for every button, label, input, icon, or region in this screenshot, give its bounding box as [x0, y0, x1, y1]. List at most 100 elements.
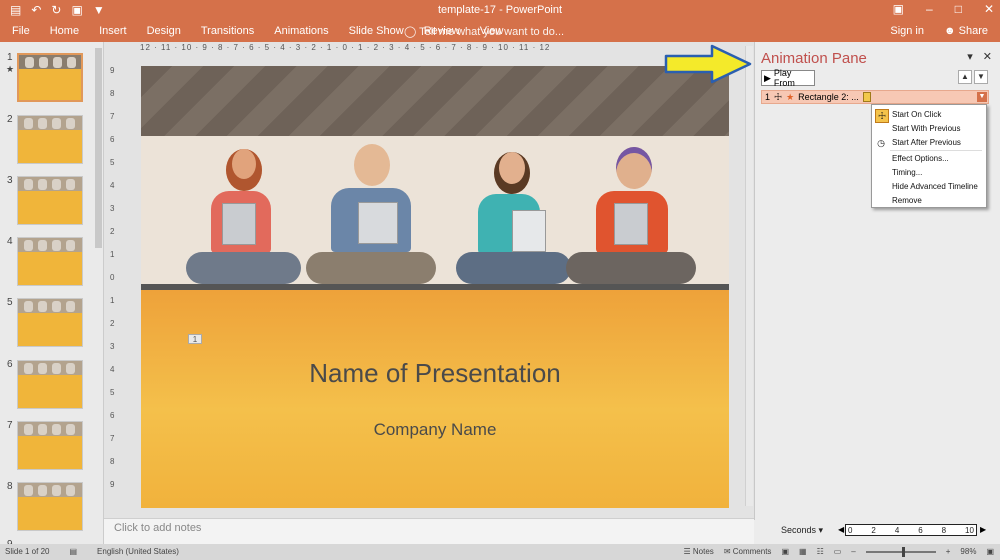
ruler-mark: 3: [110, 342, 115, 351]
ruler-mark: 5: [110, 158, 115, 167]
ruler-mark: 2: [110, 319, 115, 328]
thumb-number: 7: [7, 420, 13, 431]
sign-in-link[interactable]: Sign in: [890, 25, 924, 37]
menu-start-on-click[interactable]: Start On Click: [892, 110, 941, 119]
seconds-dropdown[interactable]: Seconds ▾: [781, 525, 823, 536]
move-down-button[interactable]: ▼: [974, 70, 988, 84]
slide-thumbnail-1[interactable]: [17, 53, 83, 102]
animation-order-tag[interactable]: 1: [188, 334, 202, 344]
play-from-button[interactable]: ▶ Play From: [761, 68, 815, 88]
animation-context-menu: ☩ Start On Click Start With Previous ◷ S…: [871, 104, 987, 208]
item-dropdown-icon[interactable]: ▼: [977, 92, 987, 102]
normal-view-icon[interactable]: ▣: [781, 547, 789, 556]
menu-start-after-previous[interactable]: Start After Previous: [892, 138, 961, 147]
zoom-level[interactable]: 98%: [960, 547, 976, 556]
ruler-mark: 9: [110, 66, 115, 75]
timeline-scroll-left-icon[interactable]: ◀: [838, 525, 844, 534]
close-icon[interactable]: ✕: [984, 2, 994, 16]
thumb-number: 2: [7, 114, 13, 125]
timeline-tick: 0: [848, 525, 853, 535]
mouse-click-icon: ☩: [774, 91, 783, 102]
tell-me-box[interactable]: ◯ Tell me what you want to do...: [404, 25, 564, 38]
slide-thumbnail-7[interactable]: [17, 421, 83, 470]
timeline-tick: 6: [918, 525, 923, 535]
pane-options-icon[interactable]: ▾: [967, 50, 973, 63]
slideshow-view-icon[interactable]: ▭: [834, 547, 842, 556]
ruler-mark: 7: [110, 112, 115, 121]
ruler-mark: 8: [110, 457, 115, 466]
notes-toggle[interactable]: ☰ Notes: [684, 547, 714, 556]
tab-home[interactable]: Home: [50, 25, 79, 37]
mouse-click-icon: ☩: [875, 109, 889, 123]
editor-scrollbar[interactable]: [745, 46, 753, 506]
notes-pane[interactable]: Click to add notes: [104, 518, 754, 544]
zoom-slider[interactable]: [865, 546, 936, 557]
tab-insert[interactable]: Insert: [99, 25, 127, 37]
comments-label: Comments: [732, 547, 772, 556]
person-figure: [306, 138, 436, 286]
animation-star-icon: ★: [6, 64, 15, 74]
timeline-ruler[interactable]: 0 2 4 6 8 10: [845, 524, 977, 536]
menu-hide-advanced-timeline[interactable]: Hide Advanced Timeline: [892, 182, 978, 191]
horizontal-ruler: 12 · 11 · 10 · 9 · 8 · 7 · 6 · 5 · 4 · 3…: [140, 43, 551, 52]
slide-photo[interactable]: [141, 136, 729, 286]
ribbon-tab-bar: File Home Insert Design Transitions Anim…: [0, 22, 1000, 42]
language-indicator[interactable]: English (United States): [97, 547, 179, 556]
menu-effect-options[interactable]: Effect Options...: [892, 154, 949, 163]
slide-thumbnail-3[interactable]: [17, 176, 83, 225]
move-up-button[interactable]: ▲: [958, 70, 972, 84]
slide-canvas[interactable]: Name of Presentation Company Name: [141, 66, 729, 508]
timeline-bar: [862, 92, 871, 102]
slide-subtitle[interactable]: Company Name: [141, 420, 729, 440]
title-bar: ▤ ↶ ↻ ▣ ▼ template-17 - PowerPoint ▣ – □…: [0, 0, 1000, 22]
ruler-mark: 1: [110, 296, 115, 305]
ruler-mark: 1: [110, 250, 115, 259]
tab-file[interactable]: File: [12, 25, 30, 37]
share-button[interactable]: ☻ Share: [944, 25, 988, 37]
tab-slide-show[interactable]: Slide Show: [349, 25, 404, 37]
tab-transitions[interactable]: Transitions: [201, 25, 254, 37]
thumb-number: 4: [7, 236, 13, 247]
comments-toggle[interactable]: ✉ Comments: [724, 547, 772, 556]
ruler-mark: 8: [110, 89, 115, 98]
menu-timing[interactable]: Timing...: [892, 168, 922, 177]
slide-title[interactable]: Name of Presentation: [141, 358, 729, 389]
fit-to-window-icon[interactable]: ▣: [986, 547, 994, 556]
maximize-icon[interactable]: □: [955, 2, 962, 16]
zoom-in-icon[interactable]: +: [946, 547, 951, 556]
animation-item-name: Rectangle 2: ...: [798, 92, 859, 102]
slide-sorter-icon[interactable]: ▦: [799, 547, 807, 556]
zoom-slider-thumb[interactable]: [901, 546, 905, 557]
ruler-mark: 6: [110, 135, 115, 144]
pane-close-icon[interactable]: ✕: [983, 50, 992, 63]
ruler-mark: 5: [110, 388, 115, 397]
slide-header-banner: [141, 66, 729, 136]
menu-remove[interactable]: Remove: [892, 196, 922, 205]
spellcheck-icon[interactable]: ▤: [69, 547, 77, 556]
slide-thumbnail-6[interactable]: [17, 360, 83, 409]
person-figure: [566, 141, 696, 286]
ribbon-display-options-icon[interactable]: ▣: [893, 2, 904, 16]
slide-thumbnail-5[interactable]: [17, 298, 83, 347]
animation-list-item[interactable]: 1 ☩ ★ Rectangle 2: ... ▼: [761, 90, 989, 104]
slide-thumbnail-8[interactable]: [17, 482, 83, 531]
slide-thumbnail-2[interactable]: [17, 115, 83, 164]
person-figure: [186, 141, 301, 286]
menu-start-with-previous[interactable]: Start With Previous: [892, 124, 960, 133]
thumbnails-scrollbar[interactable]: [95, 48, 102, 248]
slide-thumbnail-4[interactable]: [17, 237, 83, 286]
ruler-mark: 4: [110, 181, 115, 190]
arrow-down-icon: ▼: [977, 72, 985, 81]
reading-view-icon[interactable]: ☷: [817, 547, 824, 556]
ruler-mark: 6: [110, 411, 115, 420]
thumb-number: 6: [7, 359, 13, 370]
ruler-mark: 7: [110, 434, 115, 443]
comment-icon: ✉: [723, 547, 733, 556]
person-icon: ☻: [944, 25, 959, 37]
timeline-scroll-right-icon[interactable]: ▶: [980, 525, 986, 534]
menu-separator: [890, 150, 982, 151]
minimize-icon[interactable]: –: [926, 2, 933, 16]
tab-animations[interactable]: Animations: [274, 25, 328, 37]
tab-design[interactable]: Design: [147, 25, 181, 37]
zoom-out-icon[interactable]: –: [851, 547, 855, 556]
